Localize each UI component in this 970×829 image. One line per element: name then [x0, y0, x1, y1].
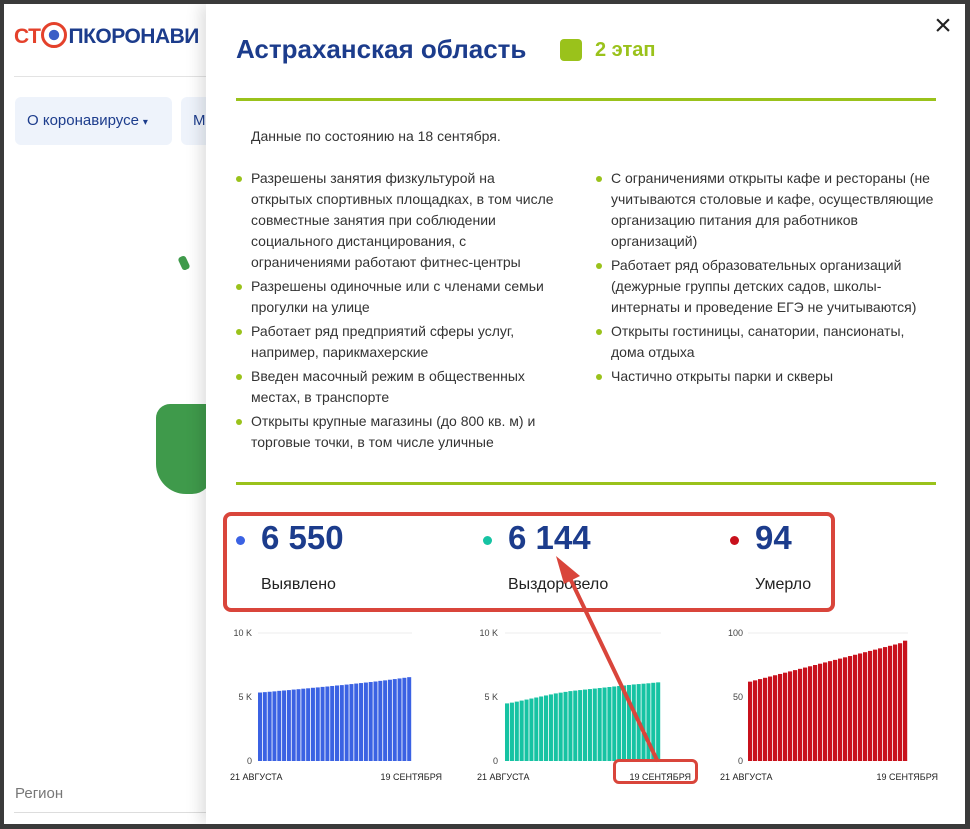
- nav-about-label: О коронавирусе: [27, 112, 139, 129]
- virus-logo-icon: [41, 22, 68, 48]
- chevron-down-icon: ▾: [142, 117, 148, 128]
- window-frame: СТ ПКОРОНАВИ О коронавирусе ▾ М Регион × А…: [4, 4, 965, 824]
- arrow-line: [566, 572, 659, 762]
- logo-prefix: СТ: [14, 25, 41, 48]
- arrow-head-icon: [556, 556, 580, 584]
- nav-second-label: М: [193, 112, 206, 129]
- logo-suffix: ПКОРОНАВИ: [68, 25, 199, 48]
- header-divider: [14, 76, 214, 77]
- map-region-shape[interactable]: [177, 254, 191, 272]
- map-region-shape[interactable]: [156, 404, 212, 494]
- region-modal: × Астраханская область 2 этап Данные по …: [206, 4, 965, 824]
- site-logo[interactable]: СТ ПКОРОНАВИ: [14, 22, 199, 49]
- region-select-underline[interactable]: [14, 812, 214, 813]
- annotation-arrow: [556, 556, 659, 762]
- nav-about-coronavirus[interactable]: О коронавирусе ▾: [15, 97, 172, 145]
- region-label: Регион: [15, 785, 64, 802]
